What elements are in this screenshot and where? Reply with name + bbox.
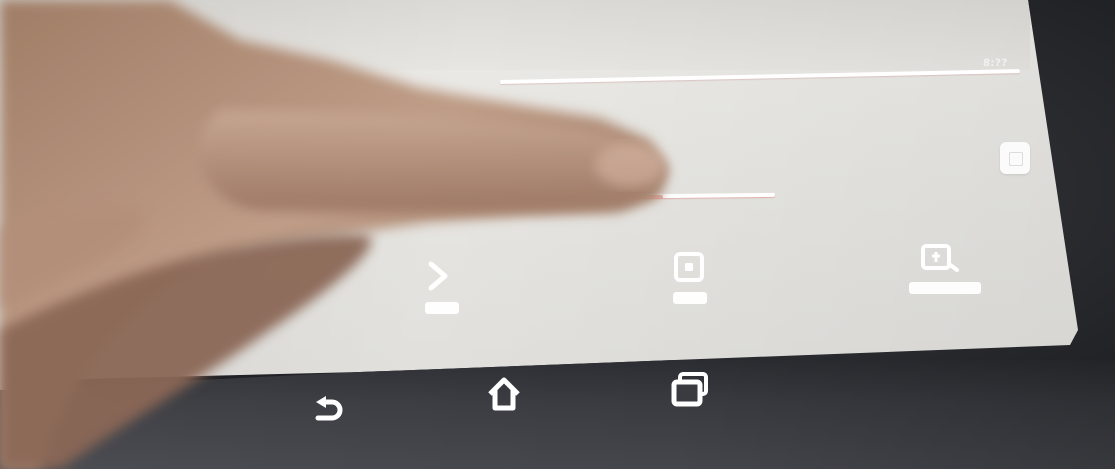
wifi-icon bbox=[428, 261, 448, 291]
screenshot-icon bbox=[674, 252, 704, 282]
status-time: 8:?? bbox=[982, 58, 1008, 69]
recent-apps-icon bbox=[671, 372, 708, 407]
recent-apps-button[interactable] bbox=[668, 368, 712, 412]
brightness-slider-fill bbox=[560, 195, 663, 199]
quick-action-1[interactable] bbox=[415, 250, 495, 330]
quick-action-2[interactable] bbox=[660, 248, 740, 328]
quick-action-3[interactable] bbox=[905, 240, 985, 320]
back-button[interactable] bbox=[304, 386, 348, 430]
home-icon bbox=[488, 377, 520, 411]
quick-action-1-label bbox=[425, 302, 459, 314]
auto-brightness-toggle[interactable] bbox=[1000, 142, 1030, 174]
home-button[interactable] bbox=[482, 372, 526, 416]
quick-action-3-label bbox=[909, 282, 981, 294]
back-icon bbox=[315, 396, 343, 421]
device-photo: 8:?? bbox=[0, 0, 1115, 469]
quick-action-2-label bbox=[673, 292, 707, 304]
screen-record-icon bbox=[921, 244, 959, 272]
